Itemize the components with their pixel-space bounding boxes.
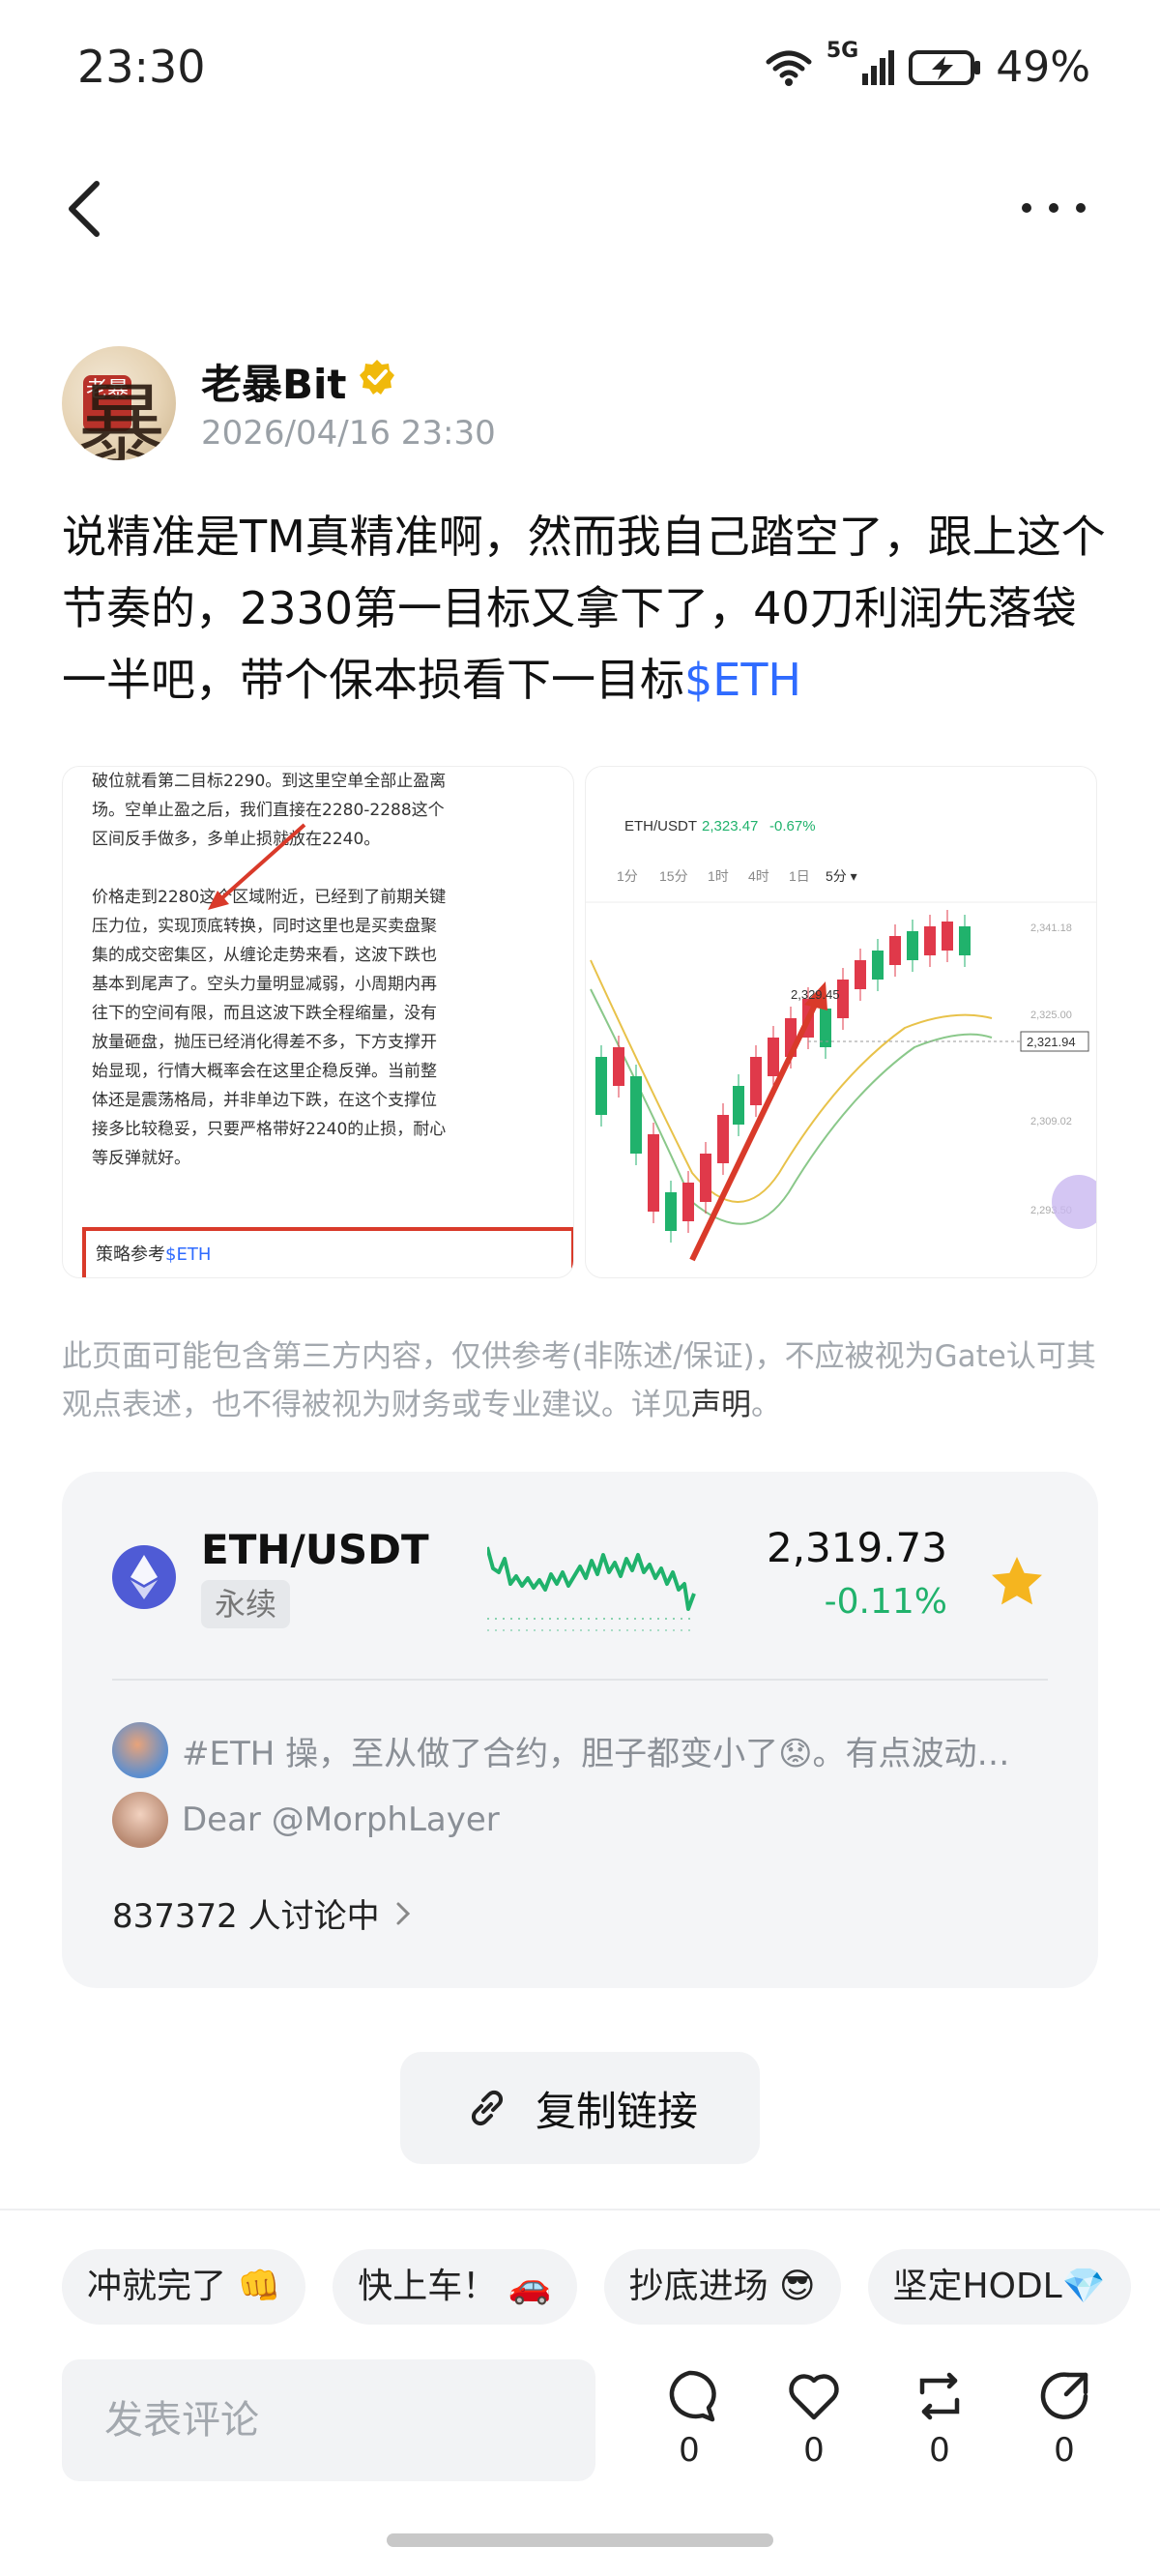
- network-label: 5G: [826, 39, 859, 63]
- kline-level: 2,325.00: [1030, 1010, 1072, 1021]
- chevron-right-icon: [396, 1902, 410, 1924]
- more-button[interactable]: [1015, 189, 1092, 227]
- share-icon: [1040, 2372, 1088, 2419]
- avatar-glyph: 暴: [76, 374, 166, 460]
- discussion-text: Dear @MorphLayer: [182, 1800, 500, 1839]
- status-time: 23:30: [77, 41, 206, 93]
- divider: [0, 2209, 1160, 2210]
- quick-reactions: 冲就完了 👊 快上车！ 🚗 抄底进场 😎 坚定HODL💎: [62, 2249, 1131, 2325]
- discussion-preview[interactable]: Dear @MorphLayer: [112, 1791, 500, 1849]
- discussing-label: 837372 人讨论中: [112, 1897, 380, 1936]
- discussion-preview[interactable]: #ETH 操，至从做了合约，胆子都变小了😟。有点波动…: [112, 1721, 1010, 1779]
- reaction-chip[interactable]: 冲就完了 👊: [62, 2249, 306, 2325]
- card-divider: [112, 1679, 1048, 1681]
- disclaimer-link[interactable]: 声明: [691, 1388, 751, 1422]
- heart-icon: [789, 2374, 839, 2420]
- battery-percent: 49%: [996, 43, 1090, 92]
- hashtag-link[interactable]: $ETH: [684, 654, 801, 706]
- strategy-label: 策略参考$ETH: [96, 1241, 211, 1266]
- like-count: 0: [803, 2431, 825, 2470]
- reaction-chip[interactable]: 坚定HODL💎: [867, 2249, 1131, 2325]
- post-image-text[interactable]: 破位就看第二目标2290。到这里空单全部止盈离 场。空单止盈之后，我们直接在22…: [62, 766, 574, 1278]
- comment-button[interactable]: 0: [646, 2367, 733, 2470]
- post-body: 说精准是TM真精准啊，然而我自己踏空了，跟上这个节奏的，2330第一目标又拿下了…: [62, 501, 1106, 716]
- avatar: [112, 1792, 168, 1848]
- kline-level: 2,341.18: [1030, 922, 1072, 934]
- post-time: 2026/04/16 23:30: [201, 414, 496, 453]
- copy-link-label: 复制链接: [535, 2087, 698, 2135]
- repost-count: 0: [929, 2431, 950, 2470]
- home-indicator: [387, 2533, 773, 2547]
- kline-tab: 15分: [659, 868, 688, 884]
- repost-button[interactable]: 0: [896, 2367, 983, 2470]
- copy-link-button[interactable]: 复制链接: [400, 2052, 760, 2164]
- back-button[interactable]: [58, 174, 116, 242]
- chevron-left-icon: [69, 181, 100, 237]
- red-arrow-annotation: [208, 823, 306, 910]
- kline-change: -0.67%: [769, 818, 816, 834]
- verified-icon: [360, 360, 394, 395]
- market-price: 2,319.73: [766, 1524, 947, 1571]
- wifi-icon: [766, 50, 812, 86]
- signal-icon: [862, 49, 895, 85]
- disclaimer-text: 此页面可能包含第三方内容，仅供参考(非陈述/保证)，不应被视为Gate认可其观点…: [62, 1339, 1096, 1422]
- more-dots-icon: [1022, 203, 1086, 213]
- strategy-text: 策略参考: [96, 1244, 165, 1265]
- share-button[interactable]: 0: [1021, 2367, 1108, 2470]
- pair-name: ETH/USDT: [201, 1526, 429, 1573]
- kline-tab: 1分: [617, 868, 638, 884]
- price-sparkline: [487, 1546, 696, 1631]
- discussing-count[interactable]: 837372 人讨论中: [112, 1889, 413, 1937]
- market-change: -0.11%: [824, 1582, 947, 1622]
- kline-peak: 2,329.45: [791, 987, 840, 1002]
- star-icon[interactable]: [988, 1553, 1046, 1611]
- author-name[interactable]: 老暴Bit: [201, 352, 347, 411]
- perpetual-badge: 永续: [201, 1580, 291, 1628]
- comment-count: 0: [679, 2431, 700, 2470]
- reaction-chip[interactable]: 抄底进场 😎: [603, 2249, 841, 2325]
- kline-last: 2,321.94: [1027, 1035, 1076, 1049]
- share-count: 0: [1054, 2431, 1075, 2470]
- reaction-chip[interactable]: 快上车！ 🚗: [333, 2249, 577, 2325]
- kline-tab-active: 5分 ▾: [826, 868, 857, 884]
- strategy-tag: $ETH: [165, 1244, 212, 1265]
- eth-icon: [112, 1545, 176, 1609]
- comment-input[interactable]: [62, 2359, 595, 2481]
- kline-screenshot: ETH/USDT 2,323.47 -0.67% 1分 15分 1时 4时 1日…: [586, 818, 1096, 1262]
- disclaimer: 此页面可能包含第三方内容，仅供参考(非陈述/保证)，不应被视为Gate认可其观点…: [62, 1332, 1096, 1429]
- like-button[interactable]: 0: [770, 2367, 857, 2470]
- comment-icon: [669, 2370, 716, 2422]
- kline-level: 2,309.02: [1030, 1116, 1072, 1127]
- kline-tab: 4时: [748, 868, 769, 884]
- link-icon: [471, 2090, 504, 2126]
- market-card[interactable]: ETH/USDT 永续 2,319.73 -0.11% #ETH 操，至从做了合…: [62, 1472, 1098, 1988]
- repost-icon: [919, 2372, 960, 2420]
- kline-tab: 1时: [708, 868, 729, 884]
- disclaimer-end: 。: [751, 1388, 781, 1422]
- battery-icon: [909, 49, 981, 85]
- kline-price: 2,323.47: [702, 818, 758, 834]
- author-avatar[interactable]: 老暴 暴: [62, 346, 176, 460]
- discussion-text: #ETH 操，至从做了合约，胆子都变小了😟。有点波动…: [182, 1734, 1010, 1773]
- post-image-chart[interactable]: ETH/USDT 2,323.47 -0.67% 1分 15分 1时 4时 1日…: [585, 766, 1097, 1278]
- post-text: 说精准是TM真精准啊，然而我自己踏空了，跟上这个节奏的，2330第一目标又拿下了…: [62, 511, 1106, 706]
- status-bar: 23:30 5G 49%: [0, 0, 1160, 145]
- avatar: [112, 1722, 168, 1778]
- kline-pair: ETH/USDT: [624, 818, 697, 834]
- kline-tab: 1日: [789, 868, 810, 884]
- status-icons: 5G 49%: [765, 39, 1090, 92]
